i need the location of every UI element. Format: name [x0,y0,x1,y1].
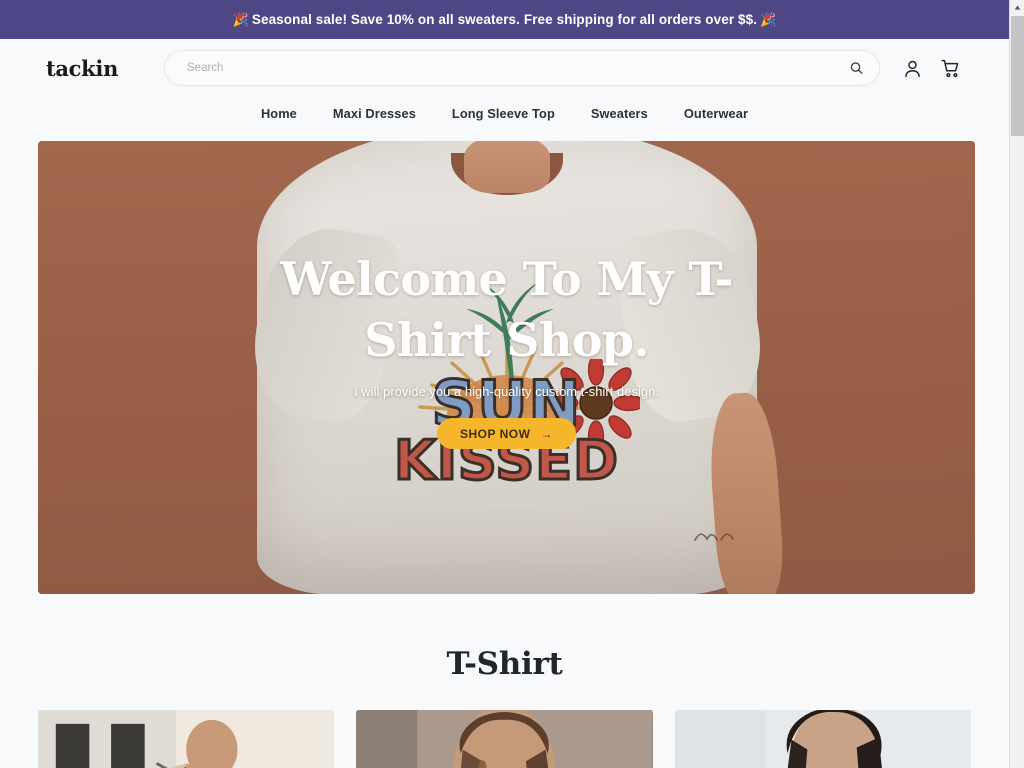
announcement-text: Seasonal sale! Save 10% on all sweaters.… [251,12,758,27]
white-top-image [674,710,971,768]
cart-icon[interactable] [940,58,961,79]
site-header: tackin [0,39,1009,97]
plaid-shirt-image [38,710,335,768]
party-popper-icon-left: 🎉 [232,11,249,27]
nav-item-home[interactable]: Home [261,106,297,121]
header-actions [902,58,961,79]
hero-banner: SUN KISSED Welcome To My T-Shirt Shop. I… [38,141,975,594]
search-icon[interactable] [849,61,864,76]
account-icon[interactable] [902,58,923,79]
scrollbar-thumb[interactable] [1011,16,1024,136]
product-card-plaid-shirt[interactable] [38,710,335,768]
product-card-brown-top[interactable] [356,710,653,768]
shop-now-button[interactable]: SHOP NOW → [437,418,576,450]
search-container [164,50,880,86]
product-grid [0,710,1009,768]
arrow-right-icon: → [540,426,553,441]
browser-viewport: 🎉 Seasonal sale! Save 10% on all sweater… [0,0,1024,768]
nav-item-maxi-dresses[interactable]: Maxi Dresses [333,106,416,121]
page-scrollbar[interactable] [1009,0,1024,768]
shop-now-label: SHOP NOW [460,426,531,441]
brown-top-image [356,710,653,768]
page-content: 🎉 Seasonal sale! Save 10% on all sweater… [0,0,1009,768]
main-navigation: Home Maxi Dresses Long Sleeve Top Sweate… [0,97,1009,130]
hero-subtitle: I will provide you a high-quality custom… [353,384,660,400]
site-logo[interactable]: tackin [12,56,152,81]
announcement-bar: 🎉 Seasonal sale! Save 10% on all sweater… [0,0,1009,39]
hero-content: Welcome To My T-Shirt Shop. I will provi… [38,141,975,594]
search-input[interactable] [164,50,880,86]
product-card-white-top[interactable] [674,710,971,768]
party-popper-icon-right: 🎉 [760,11,777,27]
nav-item-sweaters[interactable]: Sweaters [591,106,648,121]
hero-title: Welcome To My T-Shirt Shop. [280,252,733,367]
nav-item-long-sleeve-top[interactable]: Long Sleeve Top [452,106,555,121]
scroll-up-button[interactable] [1010,0,1024,15]
section-title-tshirt: T-Shirt [446,646,563,682]
nav-item-outerwear[interactable]: Outerwear [684,106,748,121]
